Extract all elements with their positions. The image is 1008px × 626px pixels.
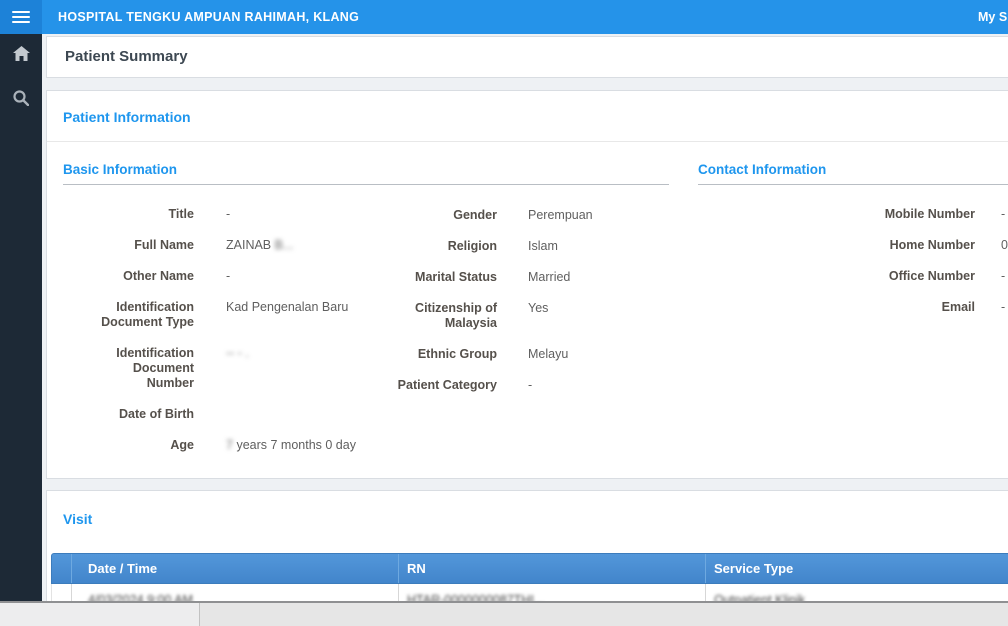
- field-row-office-number: Office Number -: [698, 269, 1008, 284]
- field-label: Office Number: [698, 269, 975, 284]
- field-label: Gender: [381, 208, 497, 223]
- field-label: Ethnic Group: [381, 347, 497, 362]
- field-row-gender: Gender Perempuan: [381, 208, 661, 223]
- field-label: Identification Document Type: [63, 300, 194, 330]
- field-value: -: [975, 300, 1005, 315]
- field-row-marital-status: Marital Status Married: [381, 270, 661, 285]
- field-row-mobile-number: Mobile Number -: [698, 207, 1008, 222]
- page-title: Patient Summary: [65, 48, 1008, 65]
- field-label: Age: [63, 438, 194, 453]
- column-header-service-type[interactable]: Service Type: [706, 554, 1008, 583]
- table-row[interactable]: 4/03/2024 9:00 AM HTAR-0000000087THI... …: [51, 584, 1008, 601]
- field-row-citizenship: Citizenship of Malaysia Yes: [381, 301, 661, 331]
- field-row-home-number: Home Number 0: [698, 238, 1008, 253]
- field-value: Kad Pengenalan Baru: [194, 300, 348, 330]
- field-label: Title: [63, 207, 194, 222]
- column-header-rn[interactable]: RN: [399, 554, 706, 583]
- field-label: Other Name: [63, 269, 194, 284]
- field-value: 7 years 7 months 0 day: [194, 438, 356, 453]
- field-value: Perempuan: [497, 208, 593, 223]
- field-label: Religion: [381, 239, 497, 254]
- basic-information-heading: Basic Information: [63, 162, 669, 185]
- visit-table: Date / Time RN Service Type 4/03/2024 9:…: [51, 553, 1008, 601]
- field-label: Date of Birth: [63, 407, 194, 422]
- field-row-ethnic-group: Ethnic Group Melayu: [381, 347, 661, 362]
- top-navbar: HOSPITAL TENGKU AMPUAN RAHIMAH, KLANG My…: [0, 0, 1008, 34]
- column-header-date-time[interactable]: Date / Time: [72, 554, 399, 583]
- field-value: Melayu: [497, 347, 568, 362]
- field-value: -: [194, 207, 230, 222]
- field-label: Mobile Number: [698, 207, 975, 222]
- home-icon: [13, 46, 30, 66]
- field-value: 0: [975, 238, 1008, 253]
- row-service-type-cell: Outpatient Klinik: [706, 584, 1008, 601]
- select-column-header[interactable]: [52, 554, 72, 583]
- field-value: ZAINAB B...: [194, 238, 293, 253]
- row-rn-cell: HTAR-0000000087THI...: [399, 584, 706, 601]
- field-value: -: [975, 207, 1005, 222]
- contact-information-column: Contact Information Mobile Number - Home…: [698, 162, 1008, 331]
- page-title-card: Patient Summary: [46, 36, 1008, 78]
- bottom-edge-strip: [0, 601, 1008, 626]
- patient-information-card: Patient Information Basic Information Ti…: [46, 90, 1008, 479]
- field-label: Citizenship of Malaysia: [381, 301, 497, 331]
- field-label: Home Number: [698, 238, 975, 253]
- field-label: Patient Category: [381, 378, 497, 393]
- field-value: Yes: [497, 301, 548, 331]
- field-label: Full Name: [63, 238, 194, 253]
- field-value: -: [975, 269, 1005, 284]
- visit-heading: Visit: [63, 511, 92, 527]
- sidebar-item-search[interactable]: [0, 78, 42, 122]
- app-title: HOSPITAL TENGKU AMPUAN RAHIMAH, KLANG: [58, 0, 359, 34]
- field-value: -: [194, 269, 230, 284]
- redacted-text: 7: [226, 438, 233, 452]
- row-date-time-cell: 4/03/2024 9:00 AM: [72, 584, 399, 601]
- section-divider: [47, 141, 1008, 142]
- sidebar-item-home[interactable]: [0, 34, 42, 78]
- field-value: [194, 407, 226, 422]
- visit-table-header: Date / Time RN Service Type: [51, 553, 1008, 584]
- redacted-text: B...: [275, 238, 294, 252]
- field-value: Islam: [497, 239, 558, 254]
- redacted-text: -- - .: [226, 346, 249, 360]
- menu-toggle-button[interactable]: [0, 0, 42, 34]
- field-row-date-of-birth: Date of Birth: [63, 407, 669, 422]
- field-label: Identification Document Number: [63, 346, 194, 391]
- my-settings-link[interactable]: My S: [978, 0, 1007, 34]
- strip-left-segment: [0, 603, 199, 626]
- field-label: Marital Status: [381, 270, 497, 285]
- row-select-cell: [52, 584, 72, 601]
- field-value: -- - .: [194, 346, 249, 391]
- field-row-religion: Religion Islam: [381, 239, 661, 254]
- demographics-column: Gender Perempuan Religion Islam Marital …: [381, 208, 661, 409]
- main-content: Patient Summary Patient Information Basi…: [42, 34, 1008, 601]
- field-row-age: Age 7 years 7 months 0 day: [63, 438, 669, 453]
- field-row-patient-category: Patient Category -: [381, 378, 661, 393]
- visit-card: Visit Date / Time RN Service Type 4/03/2…: [46, 490, 1008, 601]
- sidebar: [0, 34, 42, 601]
- contact-information-heading: Contact Information: [698, 162, 1008, 185]
- field-label: Email: [698, 300, 975, 315]
- search-icon: [13, 90, 29, 111]
- patient-information-heading: Patient Information: [63, 109, 191, 125]
- field-row-email: Email -: [698, 300, 1008, 315]
- field-value: -: [497, 378, 532, 393]
- field-value: Married: [497, 270, 570, 285]
- strip-divider: [199, 603, 200, 626]
